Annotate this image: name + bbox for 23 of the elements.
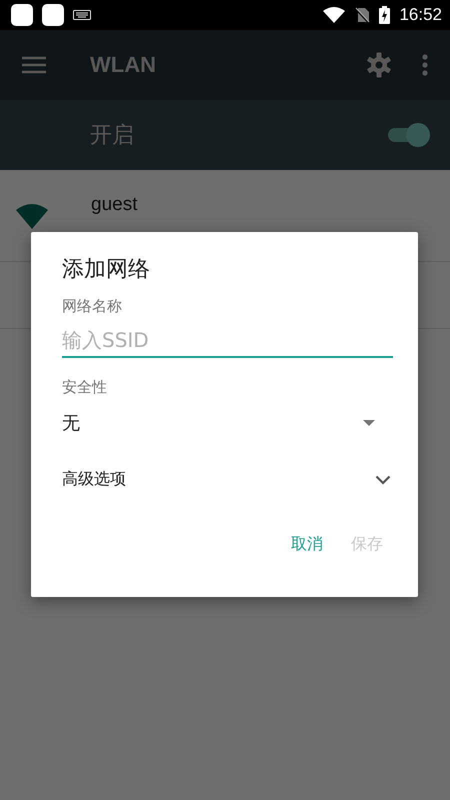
menu-icon[interactable] <box>22 56 46 74</box>
switch-label: 开启 <box>90 122 134 150</box>
dialog-button[interactable]: 取消 <box>281 528 333 561</box>
no-sim-icon <box>354 7 370 23</box>
dropdown-arrow-icon <box>363 420 375 426</box>
wifi-signal-icon <box>323 7 346 23</box>
chevron-down-icon[interactable] <box>375 474 391 484</box>
battery-charging-icon <box>379 6 390 24</box>
field-label: 安全性 <box>62 378 108 397</box>
ssid-input-field[interactable]: 输入SSID <box>62 316 393 358</box>
settings-icon[interactable] <box>366 52 392 78</box>
advanced-options-label: 高级选项 <box>62 469 126 490</box>
security-dropdown[interactable]: 无 <box>62 411 393 435</box>
toggle-switch[interactable] <box>386 122 430 148</box>
notification-icon <box>11 4 33 26</box>
wifi-signal-icon <box>16 202 48 228</box>
field-label: 网络名称 <box>62 297 123 316</box>
keyboard-icon <box>73 10 91 20</box>
screen-title: WLAN <box>90 52 157 78</box>
notification-icon <box>42 4 64 26</box>
network-name: guest <box>91 194 138 216</box>
clock: 16:52 <box>399 5 442 25</box>
more-options-icon[interactable] <box>422 54 428 76</box>
